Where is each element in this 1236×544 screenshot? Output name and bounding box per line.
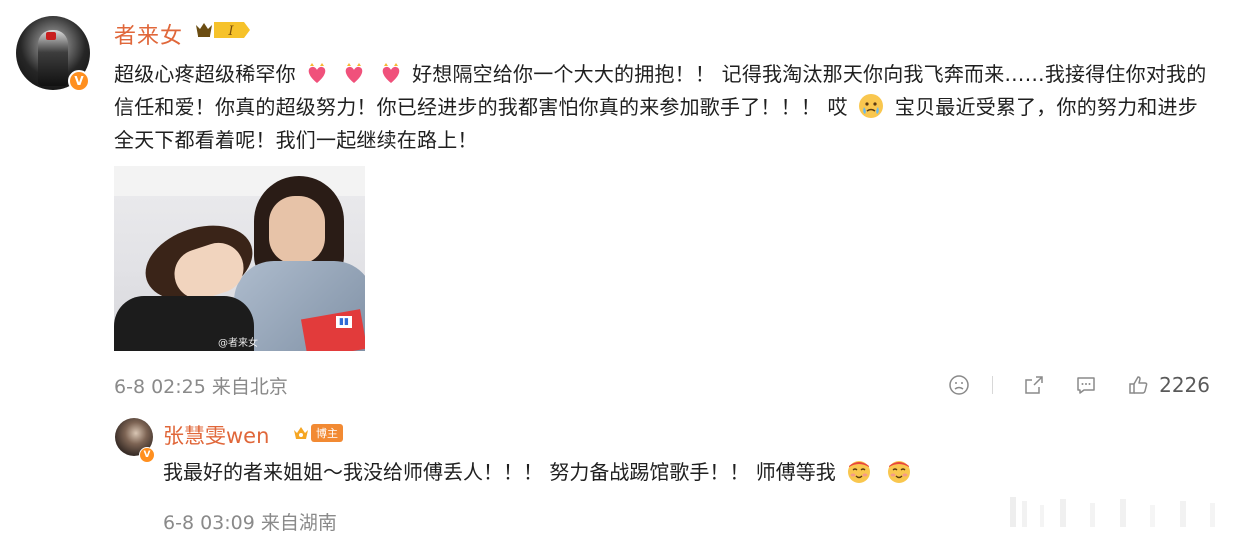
reply-location: 来自湖南 (260, 512, 337, 534)
comment-photo[interactable]: ▮▮ @者来女 (114, 166, 365, 351)
svg-text:I: I (227, 24, 234, 39)
reply-username[interactable]: 张慧雯wen (163, 420, 269, 450)
comment-location: 来自北京 (211, 376, 288, 398)
decorative-bars (1010, 497, 1215, 527)
photo-figure (269, 196, 325, 264)
share-icon[interactable] (1023, 374, 1045, 396)
reply-timestamp: 6-8 03:09 (163, 512, 255, 534)
heart-emoji-icon (382, 63, 399, 83)
divider (992, 376, 994, 394)
comment-meta: 6-8 02:25 来自北京 (114, 372, 288, 399)
emoji-reaction-icon[interactable] (948, 374, 970, 396)
crying-face-emoji-icon (859, 94, 884, 118)
reply-text: 我最好的者来姐姐～我没给师傅丢人！！！ 努力备战踢馆歌手！！ 师傅等我 (163, 455, 916, 489)
photo-logo: ▮▮ (336, 316, 352, 328)
blushing-face-emoji-icon (848, 461, 871, 483)
comment-icon[interactable] (1075, 374, 1097, 396)
like-count: 2226 (1159, 373, 1210, 397)
comment-text: 超级心疼超级稀罕你 好想隔空给你一个大大的拥抱！！ 记得我淘汰那天你向我飞奔而来… (114, 58, 1214, 157)
reply-text-part: 我最好的者来姐姐～我没给师傅丢人！！！ 努力备战踢馆歌手！！ 师傅等我 (163, 460, 836, 484)
photo-watermark: @者来女 (218, 338, 258, 349)
comment-text-part: 超级心疼超级稀罕你 (114, 62, 296, 86)
heart-emoji-icon (309, 63, 326, 83)
like-icon[interactable] (1127, 374, 1149, 396)
blogger-badge[interactable]: 博主 (292, 422, 343, 444)
blogger-label: 博主 (311, 424, 343, 442)
comment-timestamp: 6-8 02:25 (114, 376, 206, 398)
verified-badge-icon: V (68, 70, 90, 92)
reply-meta: 6-8 03:09 来自湖南 (163, 508, 337, 535)
comment-username[interactable]: 者来女 (114, 18, 183, 50)
crown-icon (294, 427, 308, 439)
heart-emoji-icon (345, 63, 363, 83)
blushing-face-emoji-icon (888, 461, 911, 483)
verified-badge-icon: V (139, 447, 155, 463)
avatar-accent (46, 32, 56, 40)
level-badge-icon[interactable]: I (194, 20, 252, 40)
comment-actions: 2226 (918, 370, 1210, 400)
